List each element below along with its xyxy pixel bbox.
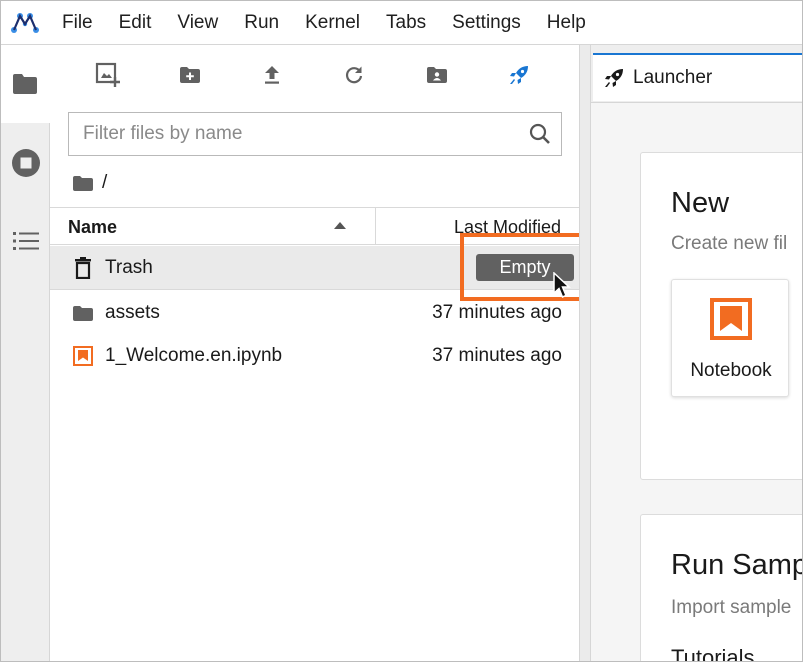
menu-help[interactable]: Help [534,1,599,45]
notebook-tile-label: Notebook [690,360,772,381]
launcher-panel: New Create new fil Notebook Run Samp Imp… [591,102,803,662]
refresh-icon [345,66,363,84]
stop-circle-icon [11,149,40,177]
file-modified: 37 minutes ago [432,302,562,323]
folder-icon [72,302,94,324]
shared-folder-button[interactable] [421,61,453,89]
search-icon [529,123,550,144]
refresh-button[interactable] [338,61,370,89]
name-column-header[interactable]: Name [50,208,376,245]
new-launcher-icon [95,62,120,87]
home-folder-icon[interactable] [72,175,94,192]
file-name: assets [105,302,160,323]
upload-button[interactable] [256,61,288,89]
panel-splitter[interactable] [579,45,591,661]
notebook-launcher-tile[interactable]: Notebook [671,279,789,397]
mouse-cursor-icon [553,272,571,298]
file-name: Trash [105,257,153,278]
section-subtitle-run: Import sample [671,597,792,618]
menu-view[interactable]: View [164,1,231,45]
rocket-icon [510,66,528,84]
section-title-run: Run Samp [671,549,803,581]
new-folder-button[interactable] [174,61,206,89]
tab-launcher[interactable]: Launcher [593,53,802,101]
running-sessions-tab[interactable] [1,145,50,181]
menu-settings[interactable]: Settings [439,1,534,45]
notebook-icon [72,345,94,367]
rocket-button[interactable] [503,61,535,89]
file-name: 1_Welcome.en.ipynb [105,345,283,366]
trash-icon [72,257,94,279]
main-dock-area: Launcher New Create new fil Notebook Run… [591,45,803,662]
menu-run[interactable]: Run [231,1,292,45]
folder-icon [13,74,37,94]
app-window: File Edit View Run Kernel Tabs Settings … [0,0,803,662]
shared-folder-icon [427,67,447,83]
sort-ascending-icon [334,222,346,229]
file-row-notebook[interactable]: 1_Welcome.en.ipynb 37 minutes ago [50,334,579,378]
file-browser-panel: / Name Last Modified Trash Empty assets [50,45,579,661]
tab-label: Launcher [633,67,713,88]
file-browser-toolbar [50,45,579,103]
breadcrumb: / [72,171,107,195]
filter-files-input[interactable] [69,113,509,155]
new-launcher-button[interactable] [92,61,124,89]
menu-edit[interactable]: Edit [106,1,165,45]
list-icon [12,232,39,250]
notebook-icon [710,298,752,340]
rocket-icon [605,69,623,87]
app-logo-icon [1,1,49,45]
new-folder-icon [180,67,200,83]
name-column-label: Name [68,217,118,237]
file-browser-tab[interactable] [1,45,50,123]
menu-kernel[interactable]: Kernel [292,1,373,45]
table-of-contents-tab[interactable] [1,225,50,257]
section-subtitle-new: Create new fil [671,233,788,254]
menu-tabs[interactable]: Tabs [373,1,439,45]
new-section-card: New Create new fil Notebook [640,152,802,480]
section-title-new: New [671,187,730,219]
file-modified: 37 minutes ago [432,345,562,366]
breadcrumb-root[interactable]: / [102,172,107,194]
filter-box [68,112,562,156]
upload-icon [265,66,279,84]
run-samples-card: Run Samp Import sample Tutorials [640,514,803,662]
tutorials-heading: Tutorials [671,645,755,662]
menu-bar: File Edit View Run Kernel Tabs Settings … [1,1,802,45]
menu-file[interactable]: File [49,1,106,45]
activity-bar [1,45,50,661]
